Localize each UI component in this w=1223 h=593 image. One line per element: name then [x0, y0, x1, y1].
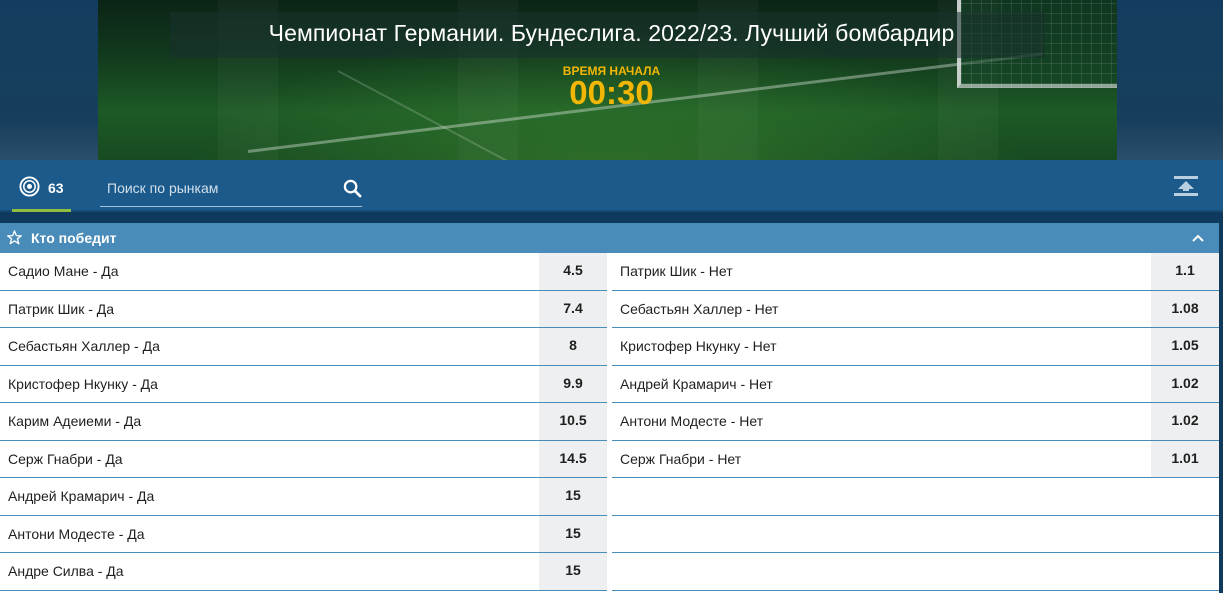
market-search — [100, 175, 362, 207]
odd-button[interactable]: 7.4 — [539, 290, 607, 327]
odd-button[interactable]: 15 — [539, 553, 607, 590]
outcome-label: Антони Модесте - Да — [8, 525, 145, 542]
page-edge — [1219, 212, 1223, 588]
outcome-row: Карим Адеиеми - Да 10.5 — [0, 403, 607, 441]
outcome-row: Антони Модесте - Да 15 — [0, 515, 607, 553]
outcome-label: Андрей Крамарич - Да — [8, 488, 155, 504]
odd-button[interactable]: 1.02 — [1151, 403, 1219, 440]
outcome-label: Серж Гнабри - Да — [8, 450, 123, 467]
outcome-label: Себастьян Халлер - Да — [8, 338, 160, 354]
collapse-all-icon[interactable] — [1174, 176, 1198, 198]
empty-row — [612, 516, 1219, 553]
odd-button[interactable]: 1.02 — [1151, 365, 1219, 402]
market-title: Кто победит — [31, 230, 117, 246]
outcome-row: Себастьян Халлер - Нет 1.08 — [612, 290, 1219, 328]
outcome-label: Андре Силва - Да — [8, 563, 124, 579]
odd-button[interactable]: 10.5 — [539, 403, 607, 440]
outcome-label: Патрик Шик - Да — [8, 300, 115, 317]
markets-count: 63 — [48, 180, 64, 196]
odd-button[interactable]: 4.5 — [539, 253, 607, 290]
outcome-label: Андрей Крамарич - Нет — [620, 375, 773, 392]
outcome-row: Патрик Шик - Да 7.4 — [0, 290, 607, 328]
odd-button[interactable]: 14.5 — [539, 440, 607, 477]
outcomes-no-column: Патрик Шик - Нет 1.1 Себастьян Халлер - Н… — [612, 253, 1219, 591]
odd-button[interactable]: 1.08 — [1151, 290, 1219, 327]
outcome-row: Антони Модесте - Нет 1.02 — [612, 403, 1219, 441]
target-icon — [19, 176, 40, 197]
search-input[interactable] — [100, 175, 330, 201]
odd-button[interactable]: 9.9 — [539, 365, 607, 402]
odd-button[interactable]: 8 — [539, 328, 607, 365]
odd-button[interactable]: 1.01 — [1151, 440, 1219, 477]
outcome-row: Кристофер Нкунку - Да 9.9 — [0, 365, 607, 403]
outcome-label: Патрик Шик - Нет — [620, 263, 733, 279]
outcomes-yes-column: Садио Мане - Да 4.5 Патрик Шик - Да 7.4 Се… — [0, 253, 607, 591]
markets-toolbar: 63 — [0, 160, 1223, 212]
outcome-row: Себастьян Халлер - Да 8 — [0, 328, 607, 366]
market-outcomes: Садио Мане - Да 4.5 Патрик Шик - Да 7.4 Се… — [0, 253, 1219, 593]
empty-row — [612, 553, 1219, 591]
odd-button[interactable]: 1.05 — [1151, 328, 1219, 365]
outcome-label: Себастьян Халлер - Нет — [620, 300, 779, 317]
outcome-label: Серж Гнабри - Нет — [620, 450, 742, 467]
outcome-row: Андрей Крамарич - Нет 1.02 — [612, 365, 1219, 403]
odd-button[interactable]: 15 — [539, 478, 607, 515]
odd-button[interactable]: 1.1 — [1151, 253, 1219, 290]
market-header[interactable]: Кто победит — [0, 223, 1219, 253]
search-icon[interactable] — [343, 179, 362, 198]
odd-button[interactable]: 15 — [539, 515, 607, 552]
event-banner: Чемпионат Германии. Бундеслига. 2022/23.… — [0, 0, 1223, 160]
outcome-row: Серж Гнабри - Нет 1.01 — [612, 440, 1219, 478]
outcome-label: Карим Адеиеми - Да — [8, 413, 142, 429]
event-title: Чемпионат Германии. Бундеслига. 2022/23.… — [268, 20, 955, 46]
star-icon[interactable] — [7, 230, 22, 245]
outcome-row: Кристофер Нкунку - Нет 1.05 — [612, 328, 1219, 366]
outcome-label: Антони Модесте - Нет — [620, 413, 764, 429]
outcome-row: Садио Мане - Да 4.5 — [0, 253, 607, 291]
outcome-row: Серж Гнабри - Да 14.5 — [0, 440, 607, 478]
outcome-row: Андре Силва - Да 15 — [0, 553, 607, 591]
outcome-label: Кристофер Нкунку - Да — [8, 375, 158, 392]
outcome-row: Андрей Крамарич - Да 15 — [0, 478, 607, 516]
chevron-up-icon[interactable] — [1191, 231, 1205, 245]
empty-row — [612, 478, 1219, 516]
outcome-row: Патрик Шик - Нет 1.1 — [612, 253, 1219, 291]
outcome-label: Садио Мане - Да — [8, 263, 119, 279]
outcome-label: Кристофер Нкунку - Нет — [620, 338, 777, 354]
all-markets-tab[interactable]: 63 — [12, 160, 71, 212]
start-time-value: 00:30 — [569, 74, 654, 111]
